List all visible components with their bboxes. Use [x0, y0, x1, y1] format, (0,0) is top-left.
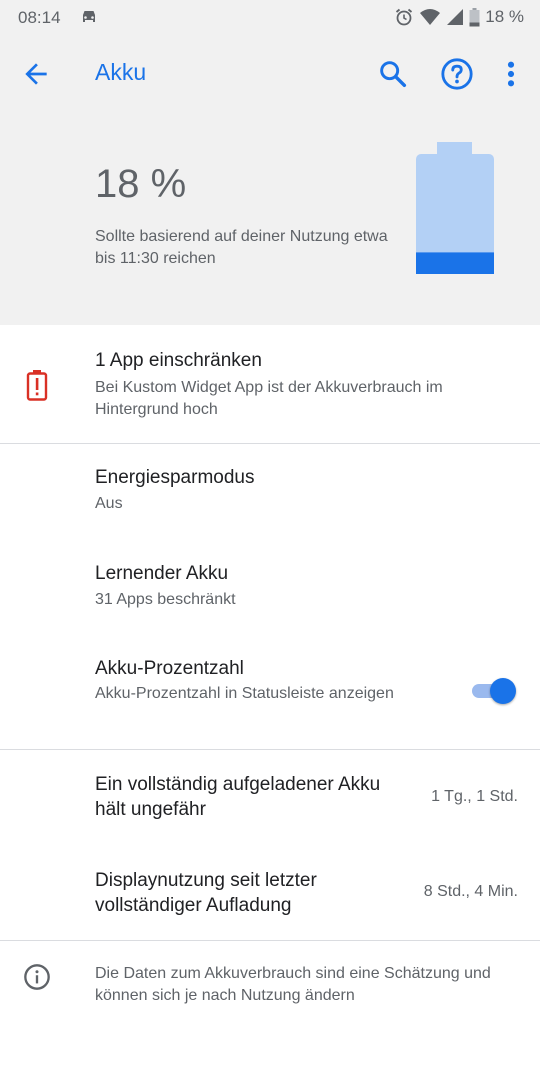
- setting-subtitle: Akku-Prozentzahl in Statusleiste anzeige…: [95, 685, 394, 702]
- setting-adaptive-battery[interactable]: Lernender Akku 31 Apps beschränkt: [0, 540, 540, 636]
- search-icon[interactable]: [377, 58, 409, 90]
- more-options-icon[interactable]: [500, 58, 522, 90]
- setting-title: Akku-Prozentzahl: [95, 658, 244, 679]
- footer-info-text: Die Daten zum Akkuverbrauch sind eine Sc…: [95, 965, 491, 1004]
- restrict-title: 1 App einschränken: [95, 350, 262, 371]
- usage-label: Ein vollständig aufgeladener Akku hält u…: [95, 774, 381, 820]
- battery-status-icon: [469, 7, 480, 26]
- back-arrow-icon[interactable]: [20, 58, 52, 90]
- battery-percentage-toggle[interactable]: [470, 676, 516, 706]
- setting-title: Lernender Akku: [95, 563, 229, 584]
- signal-icon: [447, 9, 464, 25]
- restrict-app-row[interactable]: 1 App einschränken Bei Kustom Widget App…: [0, 325, 540, 443]
- help-icon[interactable]: [440, 57, 474, 91]
- status-battery-text: 18 %: [485, 7, 524, 26]
- status-time: 08:14: [18, 8, 61, 27]
- usage-label: Displaynutzung seit letzter vollständige…: [95, 870, 317, 916]
- setting-energy-saver[interactable]: Energiesparmodus Aus: [0, 444, 540, 540]
- restrict-subtitle: Bei Kustom Widget App ist der Akkuverbra…: [95, 379, 443, 418]
- setting-battery-percentage[interactable]: Akku-Prozentzahl Akku-Prozentzahl in Sta…: [0, 636, 540, 749]
- divider: [0, 940, 540, 941]
- status-bar: 08:14 18 %: [0, 0, 540, 36]
- wifi-icon: [420, 9, 441, 25]
- usage-value: 8 Std., 4 Min.: [423, 883, 518, 900]
- car-icon: [83, 11, 95, 22]
- setting-subtitle: 31 Apps beschränkt: [95, 591, 236, 608]
- battery-percentage: 18 %: [95, 162, 187, 206]
- alarm-icon: [396, 8, 413, 26]
- usage-value: 1 Tg., 1 Std.: [431, 788, 518, 805]
- usage-full-charge-row: Ein vollständig aufgeladener Akku hält u…: [0, 750, 540, 846]
- battery-alert-icon: [26, 370, 48, 401]
- info-icon: [24, 964, 50, 990]
- battery-header: 18 % Sollte basierend auf deiner Nutzung…: [0, 112, 540, 325]
- setting-subtitle: Aus: [95, 495, 123, 512]
- app-bar: Akku: [0, 36, 540, 112]
- toggle-thumb: [490, 678, 516, 704]
- status-icons: 18 %: [394, 7, 524, 27]
- battery-illustration-icon: [416, 142, 494, 274]
- usage-screen-row: Displaynutzung seit letzter vollständige…: [0, 846, 540, 940]
- setting-title: Energiesparmodus: [95, 467, 255, 488]
- battery-estimate: Sollte basierend auf deiner Nutzung etwa…: [95, 228, 388, 267]
- page-title: Akku: [95, 59, 147, 85]
